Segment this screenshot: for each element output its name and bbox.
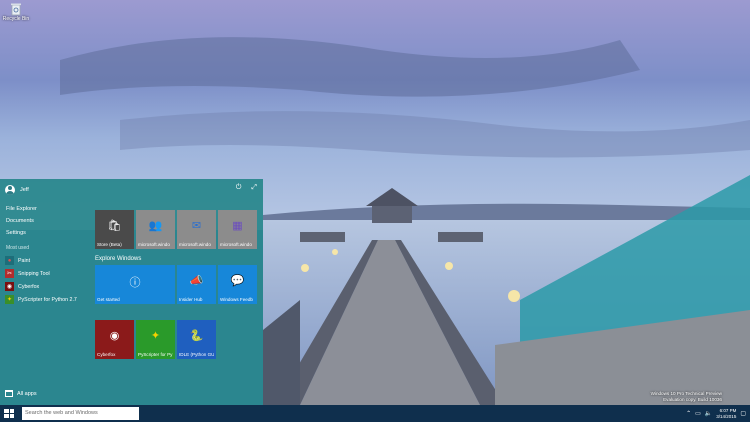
tile-label: microsoft.windo xyxy=(179,242,211,247)
pyscripter-icon: ✦ xyxy=(150,330,161,342)
mail-icon: ✉ xyxy=(191,220,202,232)
recycle-bin-icon xyxy=(11,3,21,16)
store-icon: 🛍 xyxy=(107,220,122,232)
user-name: Jeff xyxy=(20,187,29,193)
tile-cyberfox[interactable]: ◉ Cyberfox xyxy=(95,320,134,359)
user-avatar-icon xyxy=(5,185,15,195)
notification-icon[interactable]: ▢ xyxy=(740,410,746,417)
place-settings[interactable]: Settings xyxy=(6,230,26,236)
windows-logo-icon xyxy=(9,409,14,413)
search-box[interactable]: Search the web and Windows xyxy=(22,407,139,420)
windows-logo-icon xyxy=(9,414,14,418)
tile-insider-hub[interactable]: 📣 Insider Hub xyxy=(177,265,216,304)
build-watermark: Windows 10 Pro Technical Preview Evaluat… xyxy=(651,391,722,403)
most-used-label: Cyberfox xyxy=(18,283,40,290)
volume-icon[interactable]: 🔈 xyxy=(705,410,712,417)
paint-icon: ● xyxy=(5,256,14,265)
cyberfox-icon: ◉ xyxy=(109,330,120,342)
tile-label: IDLE (Python GU xyxy=(179,352,214,357)
cyberfox-icon: ◉ xyxy=(5,282,14,291)
power-icon[interactable]: ⏻ xyxy=(236,184,242,192)
question-icon: ⓘ xyxy=(129,277,141,289)
taskbar: Search the web and Windows ⌃ ▭ 🔈 6:07 PM… xyxy=(0,405,750,422)
clock[interactable]: 6:07 PM 3/14/2015 xyxy=(716,408,736,419)
windows-logo-icon xyxy=(4,409,9,413)
tile-store[interactable]: 🛍 Store (Beta) xyxy=(95,210,134,249)
place-file-explorer[interactable]: File Explorer xyxy=(6,206,37,212)
tile-pyscripter[interactable]: ✦ PyScripter for Py xyxy=(136,320,175,359)
python-icon: 🐍 xyxy=(189,330,204,342)
tile-label: Store (Beta) xyxy=(97,242,122,247)
pyscripter-icon: ✦ xyxy=(5,295,14,304)
most-used-label: PyScripter for Python 2.7 xyxy=(18,296,77,303)
people-icon: 👥 xyxy=(148,220,163,232)
most-used-label: Paint xyxy=(18,257,31,264)
tile-calendar[interactable]: ▦ microsoft.windo xyxy=(218,210,257,249)
tile-label: Cyberfox xyxy=(97,352,116,357)
watermark-line-2: Evaluation copy. Build 10036 xyxy=(663,397,722,402)
feedback-icon: 💬 xyxy=(230,275,245,287)
tile-people[interactable]: 👥 microsoft.windo xyxy=(136,210,175,249)
network-icon[interactable]: ▭ xyxy=(695,410,701,417)
most-used-item-snipping-tool[interactable]: ✂ Snipping Tool xyxy=(5,268,50,279)
tile-get-started[interactable]: ⓘ Get started xyxy=(95,265,175,304)
tile-label: microsoft.windo xyxy=(138,242,170,247)
calendar-icon: ▦ xyxy=(232,220,243,232)
place-documents[interactable]: Documents xyxy=(6,218,34,224)
most-used-label: Snipping Tool xyxy=(18,270,50,277)
windows-logo-icon xyxy=(4,414,9,418)
tile-mail[interactable]: ✉ microsoft.windo xyxy=(177,210,216,249)
most-used-item-cyberfox[interactable]: ◉ Cyberfox xyxy=(5,281,39,292)
explore-windows-heading: Explore Windows xyxy=(95,256,142,262)
tile-idle[interactable]: 🐍 IDLE (Python GU xyxy=(177,320,216,359)
tile-label: Get started xyxy=(97,297,120,302)
most-used-heading: Most used xyxy=(6,245,30,251)
expand-icon[interactable]: ⤢ xyxy=(251,184,257,192)
tile-label: microsoft.windo xyxy=(220,242,252,247)
start-top-icons: ⏻ ⤢ xyxy=(236,184,257,192)
recycle-bin-label: Recycle Bin xyxy=(2,16,30,22)
clock-time: 6:07 PM xyxy=(719,408,737,413)
user-account[interactable]: Jeff xyxy=(5,184,29,196)
chevron-up-icon[interactable]: ⌃ xyxy=(686,410,691,417)
recycle-bin-desktop-icon[interactable]: Recycle Bin xyxy=(2,2,30,22)
system-tray: ⌃ ▭ 🔈 6:07 PM 3/14/2015 ▢ xyxy=(686,408,746,419)
tile-label: Windows Feedb xyxy=(220,297,253,302)
tile-label: PyScripter for Py xyxy=(138,352,173,357)
most-used-item-paint[interactable]: ● Paint xyxy=(5,255,30,266)
clock-date: 3/14/2015 xyxy=(716,413,737,419)
all-apps-icon xyxy=(5,390,13,397)
megaphone-icon: 📣 xyxy=(189,275,204,287)
all-apps-button[interactable]: All apps xyxy=(5,390,37,397)
tile-label: Insider Hub xyxy=(179,297,203,302)
tile-windows-feedback[interactable]: 💬 Windows Feedb xyxy=(218,265,257,304)
start-button[interactable] xyxy=(4,409,14,418)
scissors-icon: ✂ xyxy=(5,269,14,278)
most-used-item-pyscripter[interactable]: ✦ PyScripter for Python 2.7 xyxy=(5,294,77,305)
all-apps-label: All apps xyxy=(17,390,37,397)
